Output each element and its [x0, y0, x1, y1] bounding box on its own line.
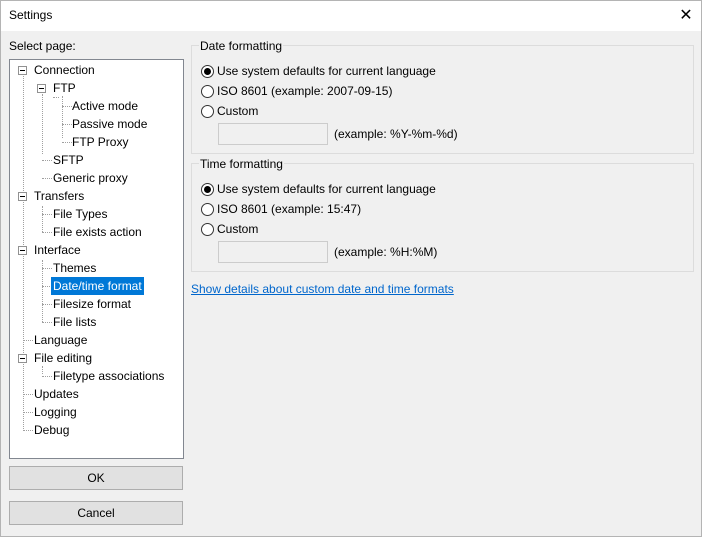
tree-item-file-exists-action[interactable]: File exists action [51, 223, 144, 241]
radio-unchecked-icon[interactable] [201, 84, 214, 98]
time-iso8601-label: ISO 8601 (example: 15:47) [217, 202, 362, 216]
tree-item-filetype-associations[interactable]: Filetype associations [51, 367, 166, 385]
tree-item-passive-mode[interactable]: Passive mode [70, 115, 149, 133]
date-custom-option[interactable]: Custom [201, 103, 258, 119]
close-icon: ✕ [679, 7, 693, 24]
tree-item-interface[interactable]: Interface [32, 241, 83, 259]
tree-item-active-mode[interactable]: Active mode [70, 97, 140, 115]
radio-unchecked-icon[interactable] [201, 202, 214, 216]
time-system-default-option[interactable]: Use system defaults for current language [201, 181, 436, 197]
collapse-transfers-icon[interactable] [18, 192, 27, 201]
date-custom-format-input[interactable] [218, 123, 328, 145]
radio-checked-icon[interactable] [201, 182, 214, 196]
date-custom-example: (example: %Y-%m-%d) [334, 127, 458, 141]
tree-item-ftp-proxy[interactable]: FTP Proxy [70, 133, 130, 151]
tree-item-file-types[interactable]: File Types [51, 205, 109, 223]
tree-item-themes[interactable]: Themes [51, 259, 98, 277]
collapse-ftp-icon[interactable] [37, 84, 46, 93]
show-format-details-link[interactable]: Show details about custom date and time … [191, 282, 454, 296]
tree-item-file-lists[interactable]: File lists [51, 313, 98, 331]
date-system-default-label: Use system defaults for current language [217, 64, 436, 78]
title-bar: Settings ✕ [0, 0, 702, 31]
close-button[interactable]: ✕ [670, 0, 702, 30]
tree-item-ftp[interactable]: FTP [51, 79, 78, 97]
tree-item-sftp[interactable]: SFTP [51, 151, 86, 169]
time-custom-example: (example: %H:%M) [334, 245, 438, 259]
tree-item-connection[interactable]: Connection [32, 61, 97, 79]
tree-item-logging[interactable]: Logging [32, 403, 79, 421]
collapse-connection-icon[interactable] [18, 66, 27, 75]
tree-item-generic-proxy[interactable]: Generic proxy [51, 169, 130, 187]
time-custom-format-input[interactable] [218, 241, 328, 263]
tree-item-date-time-format[interactable]: Date/time format [51, 277, 144, 295]
radio-checked-icon[interactable] [201, 64, 214, 78]
radio-unchecked-icon[interactable] [201, 104, 214, 118]
settings-page-tree[interactable]: Connection FTP Active mode Passive mode … [9, 59, 184, 459]
collapse-interface-icon[interactable] [18, 246, 27, 255]
date-iso8601-option[interactable]: ISO 8601 (example: 2007-09-15) [201, 83, 392, 99]
window-title: Settings [9, 8, 53, 22]
time-iso8601-option[interactable]: ISO 8601 (example: 15:47) [201, 201, 361, 217]
tree-item-debug[interactable]: Debug [32, 421, 71, 439]
date-iso8601-label: ISO 8601 (example: 2007-09-15) [217, 84, 393, 98]
time-custom-label: Custom [217, 222, 259, 236]
cancel-button[interactable]: Cancel [9, 501, 183, 525]
time-custom-option[interactable]: Custom [201, 221, 258, 237]
tree-item-filesize-format[interactable]: Filesize format [51, 295, 133, 313]
tree-item-language[interactable]: Language [32, 331, 89, 349]
radio-unchecked-icon[interactable] [201, 222, 214, 236]
time-formatting-title: Time formatting [199, 157, 284, 171]
time-system-default-label: Use system defaults for current language [217, 182, 436, 196]
date-system-default-option[interactable]: Use system defaults for current language [201, 63, 436, 79]
ok-button[interactable]: OK [9, 466, 183, 490]
select-page-label: Select page: [9, 39, 76, 53]
date-formatting-title: Date formatting [199, 39, 284, 53]
collapse-file-editing-icon[interactable] [18, 354, 27, 363]
tree-item-file-editing[interactable]: File editing [32, 349, 94, 367]
date-custom-label: Custom [217, 104, 259, 118]
tree-item-transfers[interactable]: Transfers [32, 187, 86, 205]
tree-item-updates[interactable]: Updates [32, 385, 81, 403]
